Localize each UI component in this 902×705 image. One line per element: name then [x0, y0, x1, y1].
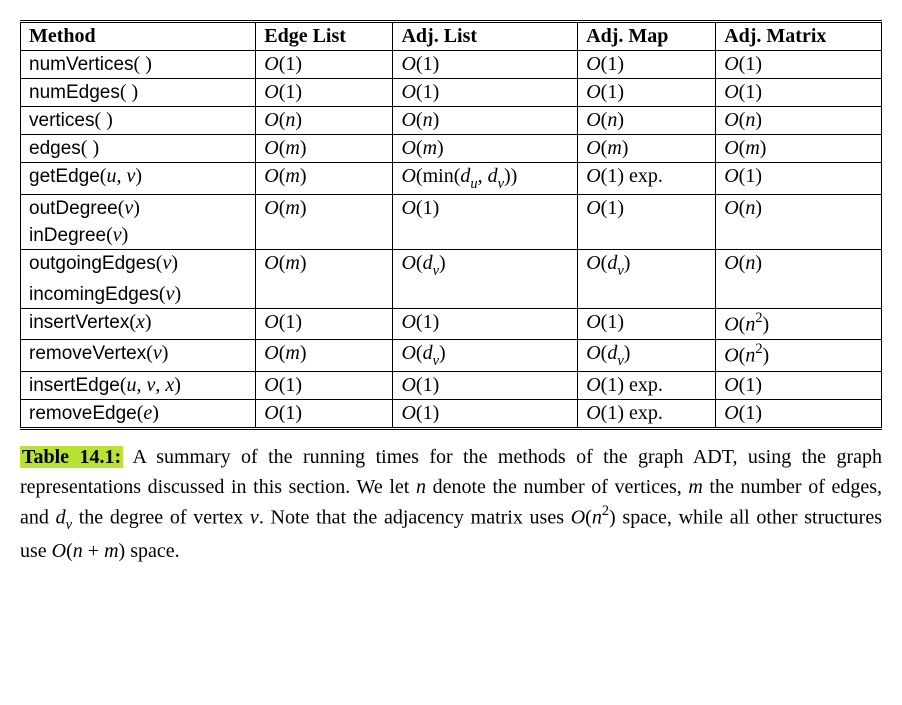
cell: O(m): [578, 135, 716, 163]
cell: O(1): [256, 79, 393, 107]
cell: O(1): [578, 195, 716, 223]
method-name: numVertices: [29, 54, 134, 75]
cell: O(1): [578, 309, 716, 340]
method-args: ( ): [134, 53, 152, 75]
method-cell: outDegree(v): [21, 195, 256, 223]
cell: O(min(du, dv)): [393, 163, 578, 195]
cell: O(1): [716, 371, 882, 399]
table-row: edges( ) O(m) O(m) O(m) O(m): [21, 135, 882, 163]
method-cell: removeVertex(v): [21, 339, 256, 371]
table-row: insertVertex(x) O(1) O(1) O(1) O(n2): [21, 309, 882, 340]
cell: O(n2): [716, 309, 882, 340]
table-label: Table 14.1:: [20, 446, 123, 468]
cell: O(m): [256, 339, 393, 371]
cell: [393, 281, 578, 309]
cell: [256, 281, 393, 309]
col-edge-list: Edge List: [256, 22, 393, 51]
cell: O(m): [393, 135, 578, 163]
cell: [578, 281, 716, 309]
method-cell: insertVertex(x): [21, 309, 256, 340]
method-cell: incomingEdges(v): [21, 281, 256, 309]
table-row: insertEdge(u, v, x) O(1) O(1) O(1) exp. …: [21, 371, 882, 399]
table-row: numEdges( ) O(1) O(1) O(1) O(1): [21, 79, 882, 107]
cell: [393, 222, 578, 250]
table-row: removeVertex(v) O(m) O(dv) O(dv) O(n2): [21, 339, 882, 371]
cell: [716, 222, 882, 250]
col-method: Method: [21, 22, 256, 51]
cell: O(dv): [578, 250, 716, 282]
cell: O(1): [393, 79, 578, 107]
table-row: incomingEdges(v): [21, 281, 882, 309]
table-row: getEdge(u, v) O(m) O(min(du, dv)) O(1) e…: [21, 163, 882, 195]
table-row: removeEdge(e) O(1) O(1) O(1) exp. O(1): [21, 399, 882, 428]
cell: O(n): [256, 107, 393, 135]
cell: O(1) exp.: [578, 399, 716, 428]
cell: O(1): [393, 51, 578, 79]
cell: [578, 222, 716, 250]
method-cell: numVertices( ): [21, 51, 256, 79]
cell: O(m): [256, 195, 393, 223]
method-cell: outgoingEdges(v): [21, 250, 256, 282]
col-adj-list: Adj. List: [393, 22, 578, 51]
cell: O(1): [716, 51, 882, 79]
cell: O(m): [256, 163, 393, 195]
cell: O(1): [716, 399, 882, 428]
cell: O(1): [716, 163, 882, 195]
cell: O(1): [256, 399, 393, 428]
cell: O(1): [716, 79, 882, 107]
cell: O(1): [578, 79, 716, 107]
cell: O(1) exp.: [578, 163, 716, 195]
cell: O(n): [716, 107, 882, 135]
method-cell: getEdge(u, v): [21, 163, 256, 195]
cell: O(1): [393, 399, 578, 428]
table-caption: Table 14.1: A summary of the running tim…: [20, 442, 882, 566]
cell: O(n): [716, 195, 882, 223]
method-cell: removeEdge(e): [21, 399, 256, 428]
cell: O(dv): [578, 339, 716, 371]
method-cell: insertEdge(u, v, x): [21, 371, 256, 399]
cell: O(1) exp.: [578, 371, 716, 399]
table-row: inDegree(v): [21, 222, 882, 250]
table-row: numVertices( ) O(1) O(1) O(1) O(1): [21, 51, 882, 79]
col-adj-matrix: Adj. Matrix: [716, 22, 882, 51]
cell: O(1): [393, 195, 578, 223]
cell: O(n2): [716, 339, 882, 371]
cell: [256, 222, 393, 250]
cell: O(1): [256, 371, 393, 399]
col-adj-map: Adj. Map: [578, 22, 716, 51]
cell: O(1): [393, 309, 578, 340]
table-row: outDegree(v) O(m) O(1) O(1) O(n): [21, 195, 882, 223]
cell: O(1): [393, 371, 578, 399]
table-header-row: Method Edge List Adj. List Adj. Map Adj.…: [21, 22, 882, 51]
cell: O(m): [256, 135, 393, 163]
method-cell: edges( ): [21, 135, 256, 163]
cell: O(m): [256, 250, 393, 282]
cell: [716, 281, 882, 309]
table-row: vertices( ) O(n) O(n) O(n) O(n): [21, 107, 882, 135]
cell: O(dv): [393, 250, 578, 282]
cell: O(1): [578, 51, 716, 79]
cell: O(n): [716, 250, 882, 282]
method-cell: vertices( ): [21, 107, 256, 135]
complexity-table: Method Edge List Adj. List Adj. Map Adj.…: [20, 20, 882, 430]
cell: O(m): [716, 135, 882, 163]
cell: O(1): [256, 309, 393, 340]
table-row: outgoingEdges(v) O(m) O(dv) O(dv) O(n): [21, 250, 882, 282]
cell: O(n): [393, 107, 578, 135]
cell: O(1): [256, 51, 393, 79]
method-cell: numEdges( ): [21, 79, 256, 107]
cell: O(n): [578, 107, 716, 135]
cell: O(dv): [393, 339, 578, 371]
method-cell: inDegree(v): [21, 222, 256, 250]
